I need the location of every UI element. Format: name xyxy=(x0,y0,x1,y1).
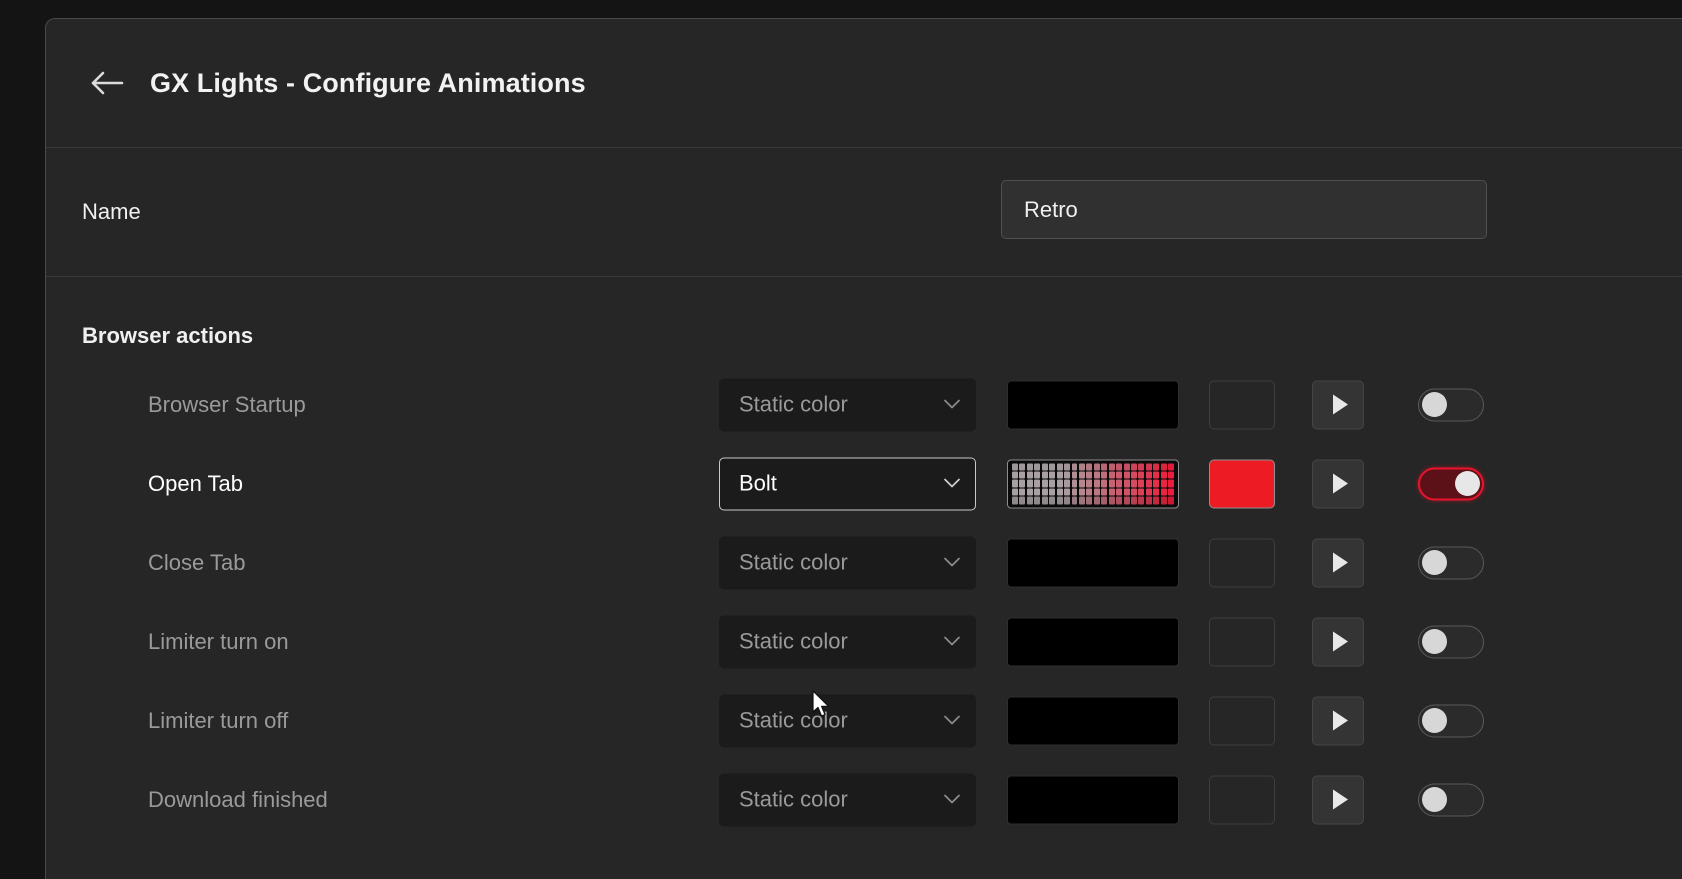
keyboard-preview[interactable] xyxy=(1007,459,1179,508)
action-label: Open Tab xyxy=(148,471,243,497)
enable-toggle[interactable] xyxy=(1418,704,1484,737)
action-label: Limiter turn off xyxy=(148,708,288,734)
keyboard-preview[interactable] xyxy=(1007,617,1179,666)
effect-select[interactable]: Static color xyxy=(719,694,976,747)
action-rows-list: Browser Startup Static color xyxy=(46,365,1682,839)
play-icon xyxy=(1333,790,1348,810)
page-title: GX Lights - Configure Animations xyxy=(150,68,586,99)
back-button[interactable] xyxy=(84,60,130,106)
effect-select-value: Static color xyxy=(720,787,935,813)
effect-select[interactable]: Static color xyxy=(719,378,976,431)
play-icon xyxy=(1333,474,1348,494)
keyboard-preview[interactable] xyxy=(1007,775,1179,824)
chevron-down-icon xyxy=(935,795,975,805)
effect-select[interactable]: Static color xyxy=(719,615,976,668)
play-button[interactable] xyxy=(1312,538,1364,587)
action-row: Limiter turn off Static color xyxy=(46,681,1682,760)
action-label: Browser Startup xyxy=(148,392,306,418)
action-row: Open Tab Bolt xyxy=(46,444,1682,523)
play-button[interactable] xyxy=(1312,617,1364,666)
toggle-knob xyxy=(1422,787,1447,812)
play-button[interactable] xyxy=(1312,380,1364,429)
effect-select-value: Static color xyxy=(720,550,935,576)
name-input[interactable] xyxy=(1001,180,1487,239)
color-swatch[interactable] xyxy=(1209,380,1275,429)
chevron-down-icon xyxy=(935,479,975,489)
effect-select-value: Bolt xyxy=(720,471,935,497)
enable-toggle[interactable] xyxy=(1418,783,1484,816)
toggle-knob xyxy=(1422,629,1447,654)
effect-select-value: Static color xyxy=(720,708,935,734)
toggle-knob xyxy=(1422,392,1447,417)
enable-toggle[interactable] xyxy=(1418,546,1484,579)
action-row: Limiter turn on Static color xyxy=(46,602,1682,681)
arrow-left-icon xyxy=(90,70,124,96)
action-row: Browser Startup Static color xyxy=(46,365,1682,444)
keyboard-preview[interactable] xyxy=(1007,380,1179,429)
app-root: GX Lights - Configure Animations Name Br… xyxy=(0,0,1682,879)
configure-animations-panel: GX Lights - Configure Animations Name Br… xyxy=(45,18,1682,879)
color-swatch[interactable] xyxy=(1209,696,1275,745)
toggle-knob xyxy=(1422,550,1447,575)
name-row: Name xyxy=(46,148,1682,277)
effect-select[interactable]: Static color xyxy=(719,536,976,589)
action-row: Download finished Static color xyxy=(46,760,1682,839)
toggle-knob xyxy=(1455,471,1480,496)
browser-actions-section: Browser actions Browser Startup Static c… xyxy=(46,277,1682,305)
toggle-knob xyxy=(1422,708,1447,733)
action-label: Download finished xyxy=(148,787,328,813)
enable-toggle[interactable] xyxy=(1418,467,1484,500)
keyboard-preview[interactable] xyxy=(1007,696,1179,745)
play-icon xyxy=(1333,711,1348,731)
color-swatch[interactable] xyxy=(1209,538,1275,587)
effect-select[interactable]: Bolt xyxy=(719,457,976,510)
action-row: Close Tab Static color xyxy=(46,523,1682,602)
color-swatch[interactable] xyxy=(1209,617,1275,666)
play-icon xyxy=(1333,395,1348,415)
chevron-down-icon xyxy=(935,637,975,647)
action-label: Limiter turn on xyxy=(148,629,289,655)
play-button[interactable] xyxy=(1312,775,1364,824)
color-swatch[interactable] xyxy=(1209,459,1275,508)
name-label: Name xyxy=(82,199,141,225)
color-swatch[interactable] xyxy=(1209,775,1275,824)
effect-select-value: Static color xyxy=(720,629,935,655)
chevron-down-icon xyxy=(935,558,975,568)
play-icon xyxy=(1333,632,1348,652)
effect-select-value: Static color xyxy=(720,392,935,418)
play-button[interactable] xyxy=(1312,696,1364,745)
panel-header: GX Lights - Configure Animations xyxy=(46,19,1682,148)
action-label: Close Tab xyxy=(148,550,245,576)
enable-toggle[interactable] xyxy=(1418,625,1484,658)
browser-actions-title: Browser actions xyxy=(82,323,253,349)
enable-toggle[interactable] xyxy=(1418,388,1484,421)
effect-select[interactable]: Static color xyxy=(719,773,976,826)
chevron-down-icon xyxy=(935,400,975,410)
play-button[interactable] xyxy=(1312,459,1364,508)
keyboard-preview[interactable] xyxy=(1007,538,1179,587)
chevron-down-icon xyxy=(935,716,975,726)
play-icon xyxy=(1333,553,1348,573)
